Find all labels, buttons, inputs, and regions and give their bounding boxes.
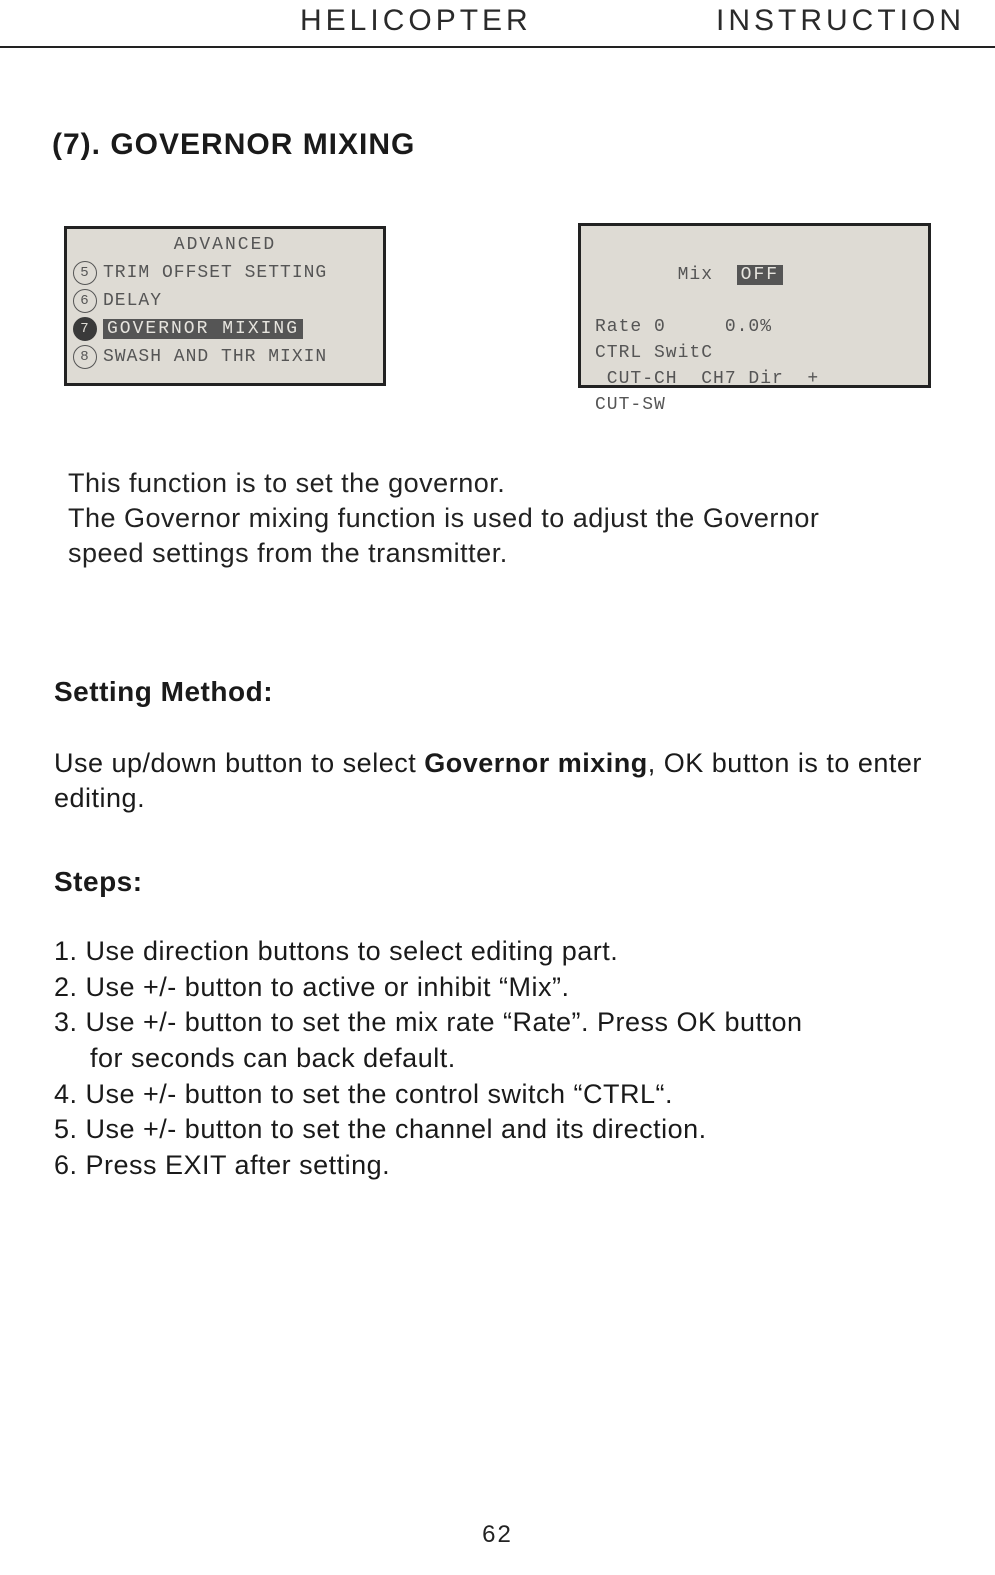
page-header: HELICOPTER INSTRUCTION (0, 0, 995, 46)
lcd-mix-label (666, 265, 678, 285)
lcd-menu-advanced: ADVANCED 5 TRIM OFFSET SETTING 6 DELAY 7… (64, 226, 386, 386)
lcd-menu-list: 5 TRIM OFFSET SETTING 6 DELAY 7 GOVERNOR… (67, 259, 383, 371)
lcd-item-number-icon: 6 (73, 289, 97, 313)
setting-method-heading: Setting Method: (54, 676, 273, 708)
header-right: INSTRUCTION (716, 4, 965, 38)
lcd-line-mix: Mix OFF (595, 236, 918, 314)
lcd-line-cutch: CUT-CH CH7 Dir + (595, 366, 918, 392)
step-item: 1. Use direction buttons to select editi… (54, 934, 945, 970)
intro-line: This function is to set the governor. (68, 466, 935, 501)
setting-method-body: Use up/down button to select Governor mi… (54, 746, 945, 816)
setting-method-pre: Use up/down button to select (54, 748, 424, 778)
lcd-governor-settings: Mix OFF Rate 0 0.0% CTRL SwitC CUT-CH CH… (578, 223, 931, 388)
lcd-item-label: TRIM OFFSET SETTING (103, 263, 327, 283)
steps-heading: Steps: (54, 866, 143, 898)
lcd-item-number-icon: 5 (73, 261, 97, 285)
intro-line: speed settings from the transmitter. (68, 536, 935, 571)
lcd-menu-item: 5 TRIM OFFSET SETTING (67, 259, 383, 287)
lcd-item-number-icon: 8 (73, 345, 97, 369)
steps-list: 1. Use direction buttons to select editi… (54, 934, 945, 1183)
step-item: 2. Use +/- button to active or inhibit “… (54, 970, 945, 1006)
lcd-line-rate: Rate 0 0.0% (595, 314, 918, 340)
page-number: 62 (0, 1521, 995, 1549)
step-item: 5. Use +/- button to set the channel and… (54, 1112, 945, 1148)
step-item: 4. Use +/- button to set the control swi… (54, 1077, 945, 1113)
lcd-mix-label-text: Mix (678, 265, 713, 285)
section-title: (7). GOVERNOR MIXING (52, 128, 415, 162)
header-rule (0, 46, 995, 48)
step-item-continuation: for seconds can back default. (54, 1041, 945, 1077)
lcd-menu-item: 8 SWASH AND THR MIXIN (67, 343, 383, 371)
step-item: 6. Press EXIT after setting. (54, 1148, 945, 1184)
setting-method-bold: Governor mixing (424, 748, 648, 778)
lcd-item-label: SWASH AND THR MIXIN (103, 347, 327, 367)
lcd-line-ctrl: CTRL SwitC (595, 340, 918, 366)
lcd-item-number-icon: 7 (73, 317, 97, 341)
lcd-menu-item: 6 DELAY (67, 287, 383, 315)
step-item: 3. Use +/- button to set the mix rate “R… (54, 1005, 945, 1041)
header-left: HELICOPTER (300, 4, 532, 38)
lcd-line-cutsw: CUT-SW (595, 392, 918, 418)
intro-line: The Governor mixing function is used to … (68, 501, 935, 536)
intro-paragraph: This function is to set the governor. Th… (68, 466, 935, 571)
lcd-item-label: GOVERNOR MIXING (103, 319, 303, 339)
lcd-menu-item-selected: 7 GOVERNOR MIXING (67, 315, 383, 343)
lcd-mix-value: OFF (737, 265, 783, 285)
lcd-item-label: DELAY (103, 291, 162, 311)
lcd-menu-title: ADVANCED (67, 229, 383, 255)
